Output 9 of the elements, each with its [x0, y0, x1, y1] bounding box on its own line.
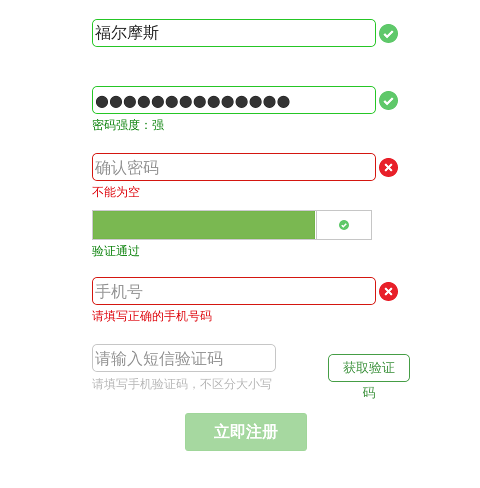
input-field[interactable]: 确认密码: [92, 153, 376, 181]
hint-text: 请填写手机验证码，不区分大小写: [92, 376, 273, 393]
error-text: 请填写正确的手机号码: [92, 308, 213, 324]
input-field[interactable]: 手机号: [92, 277, 376, 305]
error-text: 不能为空: [92, 184, 141, 200]
input-field[interactable]: ●●●●●●●●●●●●●●: [92, 86, 376, 114]
status-text: 验证通过: [92, 243, 141, 259]
input-field[interactable]: 福尔摩斯: [92, 19, 376, 47]
status-text: 密码强度：强: [92, 117, 165, 133]
